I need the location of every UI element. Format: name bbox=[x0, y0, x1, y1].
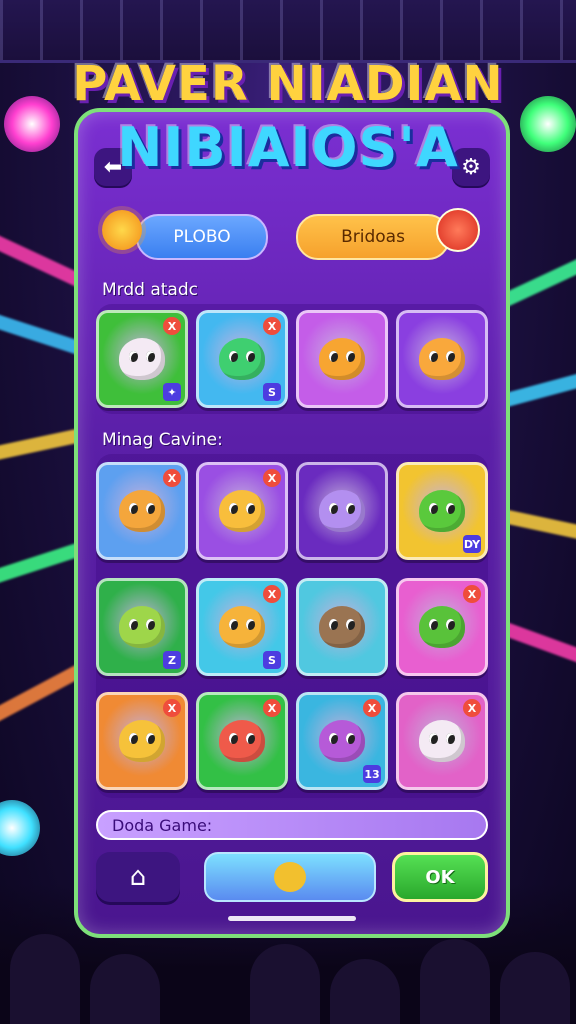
section-label-2: Minag Cavine: bbox=[102, 430, 223, 450]
tile-badge-level: S bbox=[263, 383, 281, 401]
creature-tile[interactable] bbox=[396, 310, 488, 408]
left-pill-button[interactable]: PLOBO bbox=[136, 214, 268, 260]
creature-icon bbox=[319, 338, 365, 380]
creature-icon bbox=[119, 338, 165, 380]
creature-tile[interactable] bbox=[296, 310, 388, 408]
creature-icon bbox=[319, 720, 365, 762]
creature-icon bbox=[219, 606, 265, 648]
ok-button[interactable]: OK bbox=[392, 852, 488, 902]
creature-icon bbox=[419, 606, 465, 648]
creature-tile[interactable]: Z bbox=[96, 578, 188, 676]
creature-icon bbox=[419, 720, 465, 762]
tile-badge-close[interactable]: X bbox=[263, 699, 281, 717]
tile-badge-close[interactable]: X bbox=[363, 699, 381, 717]
stage-truss bbox=[0, 0, 576, 63]
creature-tile[interactable]: X bbox=[96, 462, 188, 560]
tile-badge-close[interactable]: X bbox=[463, 585, 481, 603]
mascot-icon bbox=[436, 208, 480, 252]
creature-icon bbox=[319, 490, 365, 532]
tile-badge-close[interactable]: X bbox=[163, 699, 181, 717]
creature-tile[interactable]: X 13 bbox=[296, 692, 388, 790]
title-line-1: PAVER NIADIAN bbox=[72, 56, 504, 112]
tile-badge-close[interactable]: X bbox=[163, 317, 181, 335]
tile-badge-close[interactable]: X bbox=[263, 469, 281, 487]
tile-badge-close[interactable]: X bbox=[263, 317, 281, 335]
creature-icon bbox=[219, 490, 265, 532]
tile-badge-close[interactable]: X bbox=[263, 585, 281, 603]
creature-icon bbox=[119, 720, 165, 762]
tile-badge-close[interactable]: X bbox=[163, 469, 181, 487]
tile-badge-level: ✦ bbox=[163, 383, 181, 401]
ok-label: OK bbox=[425, 866, 455, 888]
game-panel: ⬅ ⚙ PLOBO Bridoas Mrdd atadc Minag Cavin… bbox=[74, 108, 510, 938]
creature-icon bbox=[219, 720, 265, 762]
progress-bar: Doda Game: bbox=[96, 810, 488, 840]
tile-badge-close[interactable]: X bbox=[463, 699, 481, 717]
creature-tile[interactable]: XS bbox=[196, 578, 288, 676]
tile-badge-level: 13 bbox=[363, 765, 381, 783]
tile-badge-level: S bbox=[263, 651, 281, 669]
right-pill-button[interactable]: Bridoas bbox=[296, 214, 450, 260]
home-button[interactable]: ⌂ bbox=[96, 852, 180, 902]
character-button[interactable] bbox=[204, 852, 376, 902]
character-icon bbox=[274, 862, 306, 892]
creature-tile[interactable]: X bbox=[96, 692, 188, 790]
left-pill-label: PLOBO bbox=[173, 227, 231, 247]
creature-tile[interactable]: X bbox=[396, 578, 488, 676]
creature-icon bbox=[419, 338, 465, 380]
creature-tile[interactable]: X bbox=[196, 692, 288, 790]
creature-icon bbox=[119, 490, 165, 532]
creature-tile[interactable]: X ✦ bbox=[96, 310, 188, 408]
creature-tile[interactable]: X bbox=[396, 692, 488, 790]
tile-badge-level: DY bbox=[463, 535, 481, 553]
creature-tile[interactable] bbox=[296, 462, 388, 560]
home-icon: ⌂ bbox=[129, 862, 147, 892]
creature-icon bbox=[419, 490, 465, 532]
spotlight-bottom-left bbox=[0, 800, 40, 856]
section-label-1: Mrdd atadc bbox=[102, 280, 198, 300]
creature-icon bbox=[319, 606, 365, 648]
creature-icon bbox=[119, 606, 165, 648]
title-line-2: NIBIAIOS'A bbox=[117, 116, 459, 179]
creature-tile[interactable]: XS bbox=[196, 310, 288, 408]
creature-tile[interactable] bbox=[296, 578, 388, 676]
right-pill-label: Bridoas bbox=[341, 227, 405, 247]
sun-icon bbox=[102, 210, 142, 250]
creature-tile[interactable]: DY bbox=[396, 462, 488, 560]
footer-label: Doda Game: bbox=[112, 815, 213, 835]
tile-badge-level: Z bbox=[163, 651, 181, 669]
home-indicator bbox=[228, 916, 356, 921]
creature-tile[interactable]: X bbox=[196, 462, 288, 560]
creature-icon bbox=[219, 338, 265, 380]
